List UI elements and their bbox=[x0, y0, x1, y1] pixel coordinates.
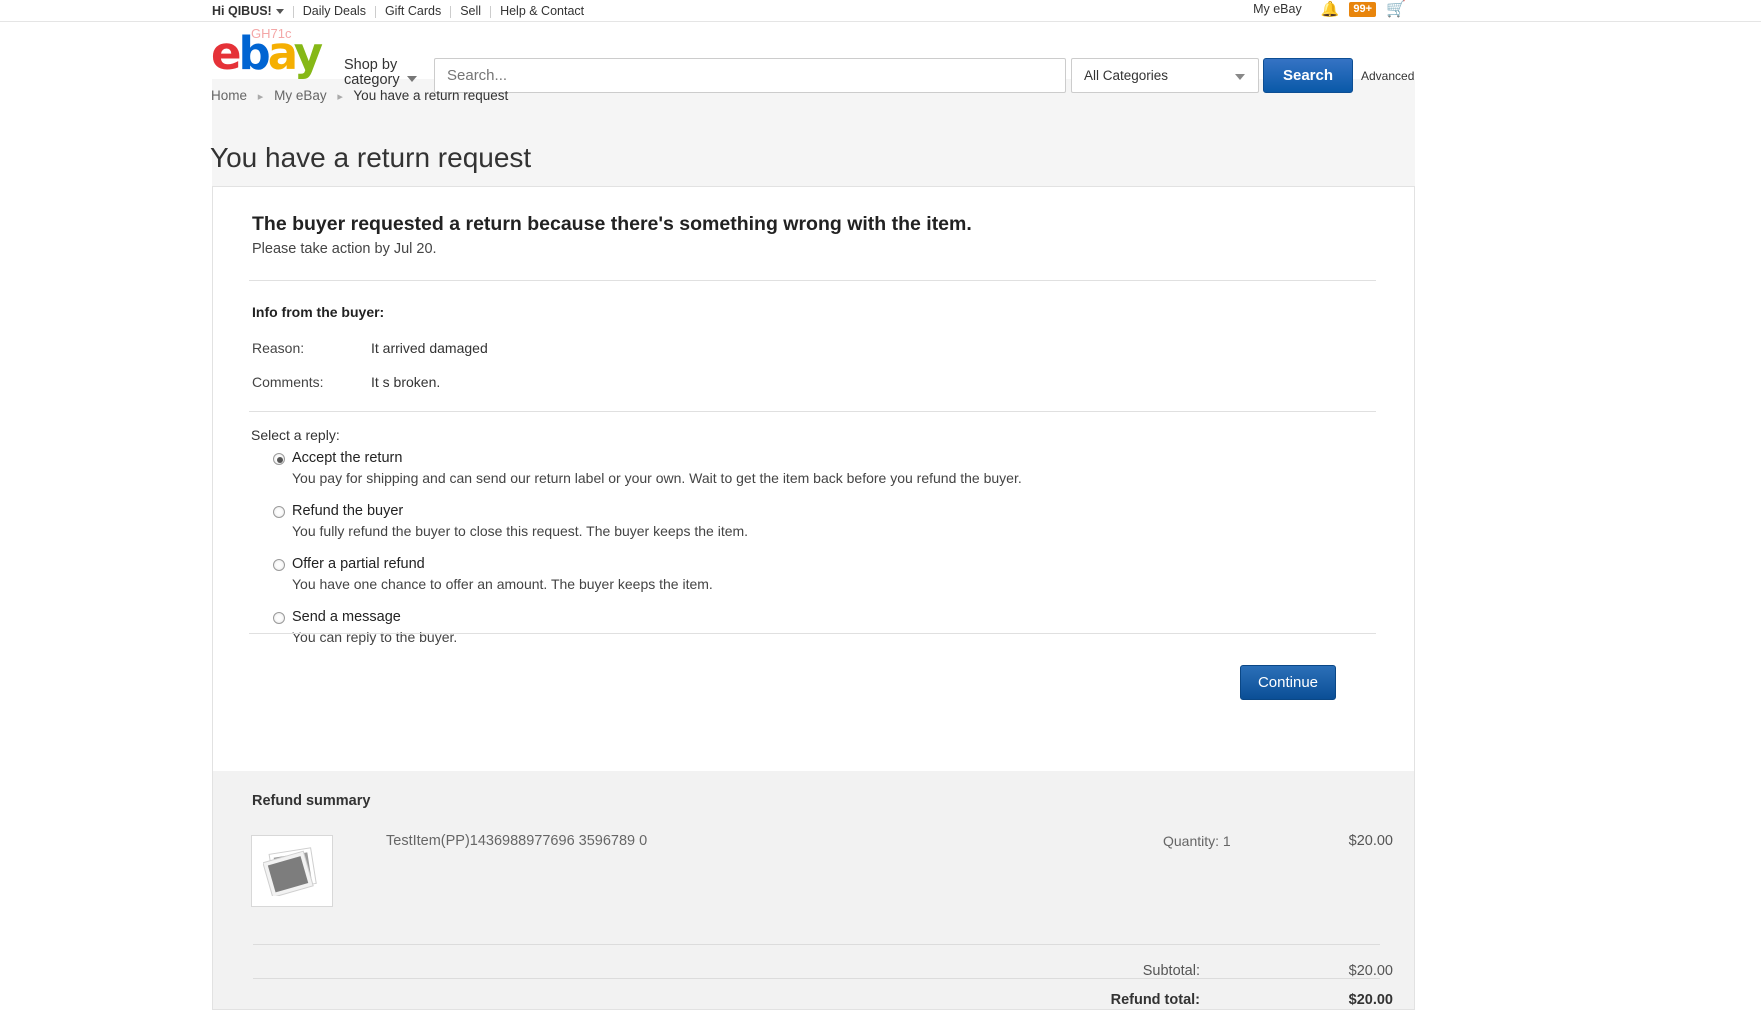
select-reply-label: Select a reply: bbox=[251, 427, 340, 443]
photo-placeholder-icon bbox=[263, 847, 317, 896]
divider bbox=[249, 280, 1376, 281]
item-price: $20.00 bbox=[1348, 833, 1393, 849]
radio-offer-a-partial-refund[interactable] bbox=[273, 559, 285, 571]
breadcrumb-item-home[interactable]: Home bbox=[211, 88, 247, 103]
reply-option-offer-a-partial-refund[interactable]: Offer a partial refund You have one chan… bbox=[273, 555, 1333, 594]
nav-my-ebay[interactable]: My eBay bbox=[1253, 1, 1311, 18]
option-title: Accept the return bbox=[292, 450, 403, 466]
shop-by-category-button[interactable]: Shop by category bbox=[344, 58, 417, 88]
breadcrumb-separator-icon: ▸ bbox=[337, 91, 343, 103]
divider bbox=[253, 944, 1380, 945]
notification-badge[interactable]: 99+ bbox=[1349, 2, 1377, 17]
account-greeting[interactable]: Hi QIBUS! bbox=[212, 3, 293, 20]
breadcrumb-item-current: You have a return request bbox=[353, 88, 509, 103]
reason-label: Reason: bbox=[252, 340, 305, 356]
search-input[interactable] bbox=[434, 58, 1066, 93]
subtotal-label: Subtotal: bbox=[1142, 963, 1200, 979]
option-description: You can reply to the buyer. bbox=[292, 629, 458, 645]
watermark-text: GH71c bbox=[251, 26, 292, 41]
refund-total-value: $20.00 bbox=[1348, 992, 1393, 1008]
right-gutter bbox=[1415, 0, 1761, 1010]
comments-label: Comments: bbox=[252, 374, 324, 390]
breadcrumb: Home ▸ My eBay ▸ You have a return reque… bbox=[211, 88, 508, 103]
topbar-left-links: Hi QIBUS! Daily Deals Gift Cards Sell He… bbox=[212, 3, 593, 20]
radio-send-a-message[interactable] bbox=[273, 612, 285, 624]
divider bbox=[249, 411, 1376, 412]
topbar-right-links: My eBay 🔔 99+ 🛒 bbox=[1253, 1, 1406, 18]
search-button[interactable]: Search bbox=[1263, 58, 1353, 93]
reply-option-refund-the-buyer[interactable]: Refund the buyer You fully refund the bu… bbox=[273, 502, 1333, 541]
left-gutter bbox=[0, 0, 212, 1010]
item-quantity: Quantity: 1 bbox=[1163, 833, 1231, 849]
refund-summary-title: Refund summary bbox=[252, 793, 371, 809]
reason-value: It arrived damaged bbox=[371, 340, 488, 356]
buyer-info-heading: Info from the buyer: bbox=[252, 304, 385, 320]
option-title: Offer a partial refund bbox=[292, 556, 425, 572]
ebay-logo[interactable]: GH71c ebay bbox=[211, 26, 341, 80]
breadcrumb-separator-icon: ▸ bbox=[257, 91, 264, 103]
request-headline: The buyer requested a return because the… bbox=[252, 213, 972, 235]
breadcrumb-item-my-ebay[interactable]: My eBay bbox=[274, 88, 327, 103]
nav-daily-deals[interactable]: Daily Deals bbox=[294, 3, 375, 20]
divider bbox=[249, 633, 1376, 634]
logo-letter-y: y bbox=[293, 27, 323, 80]
comments-value: It s broken. bbox=[371, 374, 441, 390]
cart-icon[interactable]: 🛒 bbox=[1386, 1, 1406, 18]
divider bbox=[253, 978, 1380, 979]
radio-accept-the-return[interactable] bbox=[273, 453, 285, 465]
request-deadline: Please take action by Jul 20. bbox=[252, 241, 437, 257]
refund-total-label: Refund total: bbox=[1110, 992, 1200, 1008]
reply-option-send-a-message[interactable]: Send a message You can reply to the buye… bbox=[273, 608, 1333, 647]
top-utility-bar: Hi QIBUS! Daily Deals Gift Cards Sell He… bbox=[0, 0, 1761, 22]
greeting-text: Hi QIBUS! bbox=[212, 4, 272, 18]
advanced-search-link[interactable]: Advanced bbox=[1361, 69, 1414, 83]
option-description: You fully refund the buyer to close this… bbox=[292, 523, 749, 539]
chevron-down-icon bbox=[406, 76, 417, 82]
masthead: GH71c ebay Shop by category All Categori… bbox=[0, 22, 1761, 93]
option-title: Refund the buyer bbox=[292, 503, 404, 519]
continue-button[interactable]: Continue bbox=[1240, 665, 1336, 700]
shop-by-line1: Shop by bbox=[344, 57, 398, 73]
reply-options-group: Accept the return You pay for shipping a… bbox=[273, 449, 1333, 661]
category-select[interactable]: All Categories bbox=[1071, 58, 1259, 93]
nav-sell[interactable]: Sell bbox=[451, 3, 490, 20]
chevron-down-icon bbox=[1235, 74, 1245, 80]
radio-refund-the-buyer[interactable] bbox=[273, 506, 285, 518]
option-title: Send a message bbox=[292, 609, 401, 625]
option-description: You pay for shipping and can send our re… bbox=[292, 470, 1022, 486]
option-description: You have one chance to offer an amount. … bbox=[292, 576, 713, 592]
reply-option-accept-the-return[interactable]: Accept the return You pay for shipping a… bbox=[273, 449, 1333, 488]
bell-icon[interactable]: 🔔 bbox=[1321, 2, 1340, 17]
shop-by-line2: category bbox=[344, 72, 400, 88]
return-request-card: The buyer requested a return because the… bbox=[212, 186, 1415, 771]
page-title: You have a return request bbox=[210, 141, 532, 173]
category-select-value: All Categories bbox=[1084, 68, 1169, 83]
logo-letter-e: e bbox=[211, 27, 241, 80]
nav-help-contact[interactable]: Help & Contact bbox=[491, 3, 593, 20]
item-thumbnail[interactable] bbox=[251, 835, 333, 907]
subtotal-value: $20.00 bbox=[1348, 963, 1393, 979]
chevron-down-icon bbox=[275, 9, 284, 15]
refund-summary-panel: Refund summary bbox=[212, 771, 1415, 1010]
nav-gift-cards[interactable]: Gift Cards bbox=[376, 3, 450, 20]
item-title: TestItem(PP)1436988977696 3596789 0 bbox=[386, 833, 648, 849]
page-root: Hi QIBUS! Daily Deals Gift Cards Sell He… bbox=[0, 0, 1761, 1010]
